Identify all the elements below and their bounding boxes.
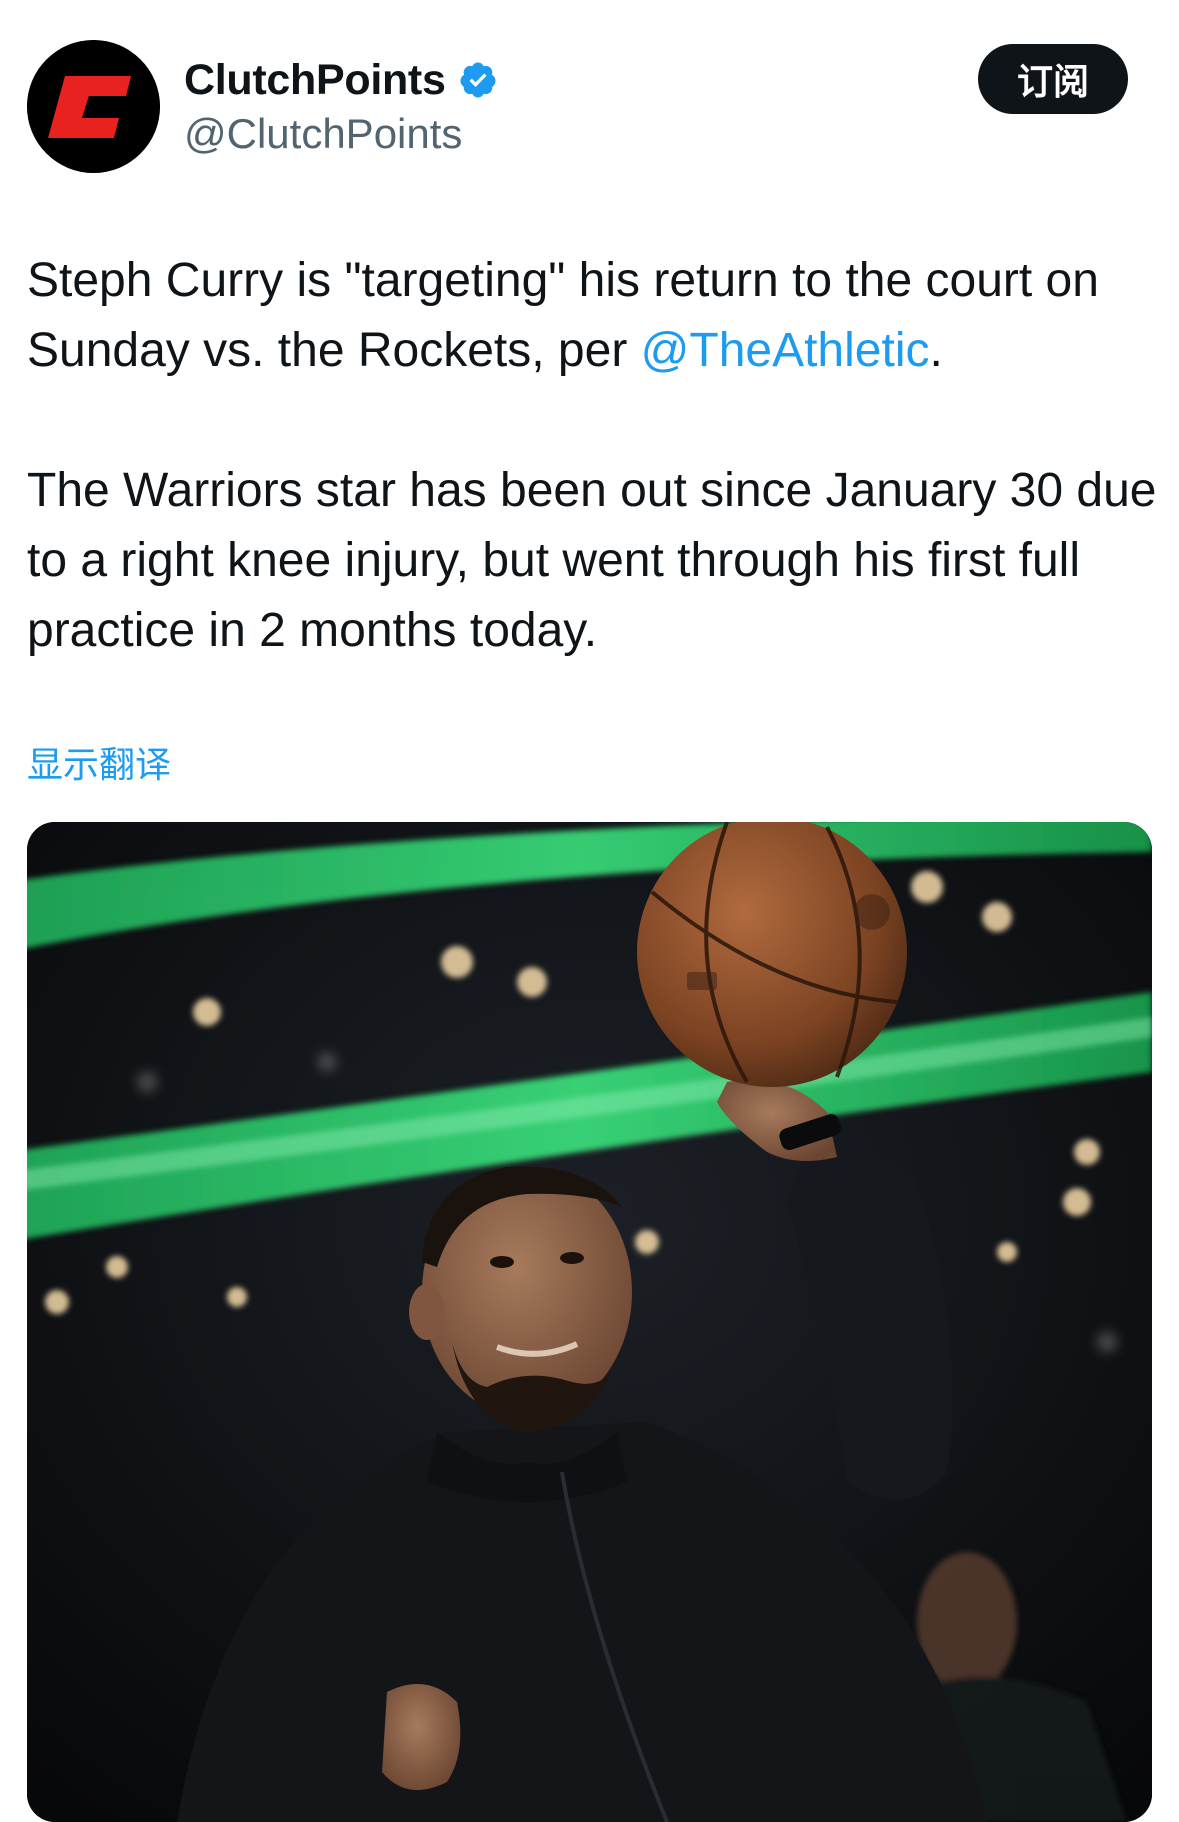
- author-handle[interactable]: @ClutchPoints: [184, 108, 462, 160]
- clutchpoints-logo-icon: [27, 40, 160, 173]
- subscribe-button[interactable]: 订阅: [978, 44, 1128, 114]
- tweet-paragraph-2: The Warriors star has been out since Jan…: [27, 464, 1157, 657]
- author-name-row: ClutchPoints: [184, 52, 498, 108]
- avatar[interactable]: [27, 40, 160, 173]
- author-display-name[interactable]: ClutchPoints: [184, 52, 446, 108]
- tweet-paragraph-1: Steph Curry is "targeting" his return to…: [27, 246, 1157, 386]
- tweet-text-line1-end: .: [929, 324, 943, 377]
- verified-badge-icon: [458, 60, 498, 100]
- mention-link[interactable]: @TheAthletic: [641, 324, 930, 377]
- tweet-media-photo[interactable]: [27, 822, 1152, 1822]
- basketball-player-photo: [27, 822, 1152, 1822]
- show-translation-link[interactable]: 显示翻译: [27, 740, 171, 792]
- tweet-text: Steph Curry is "targeting" his return to…: [27, 246, 1157, 666]
